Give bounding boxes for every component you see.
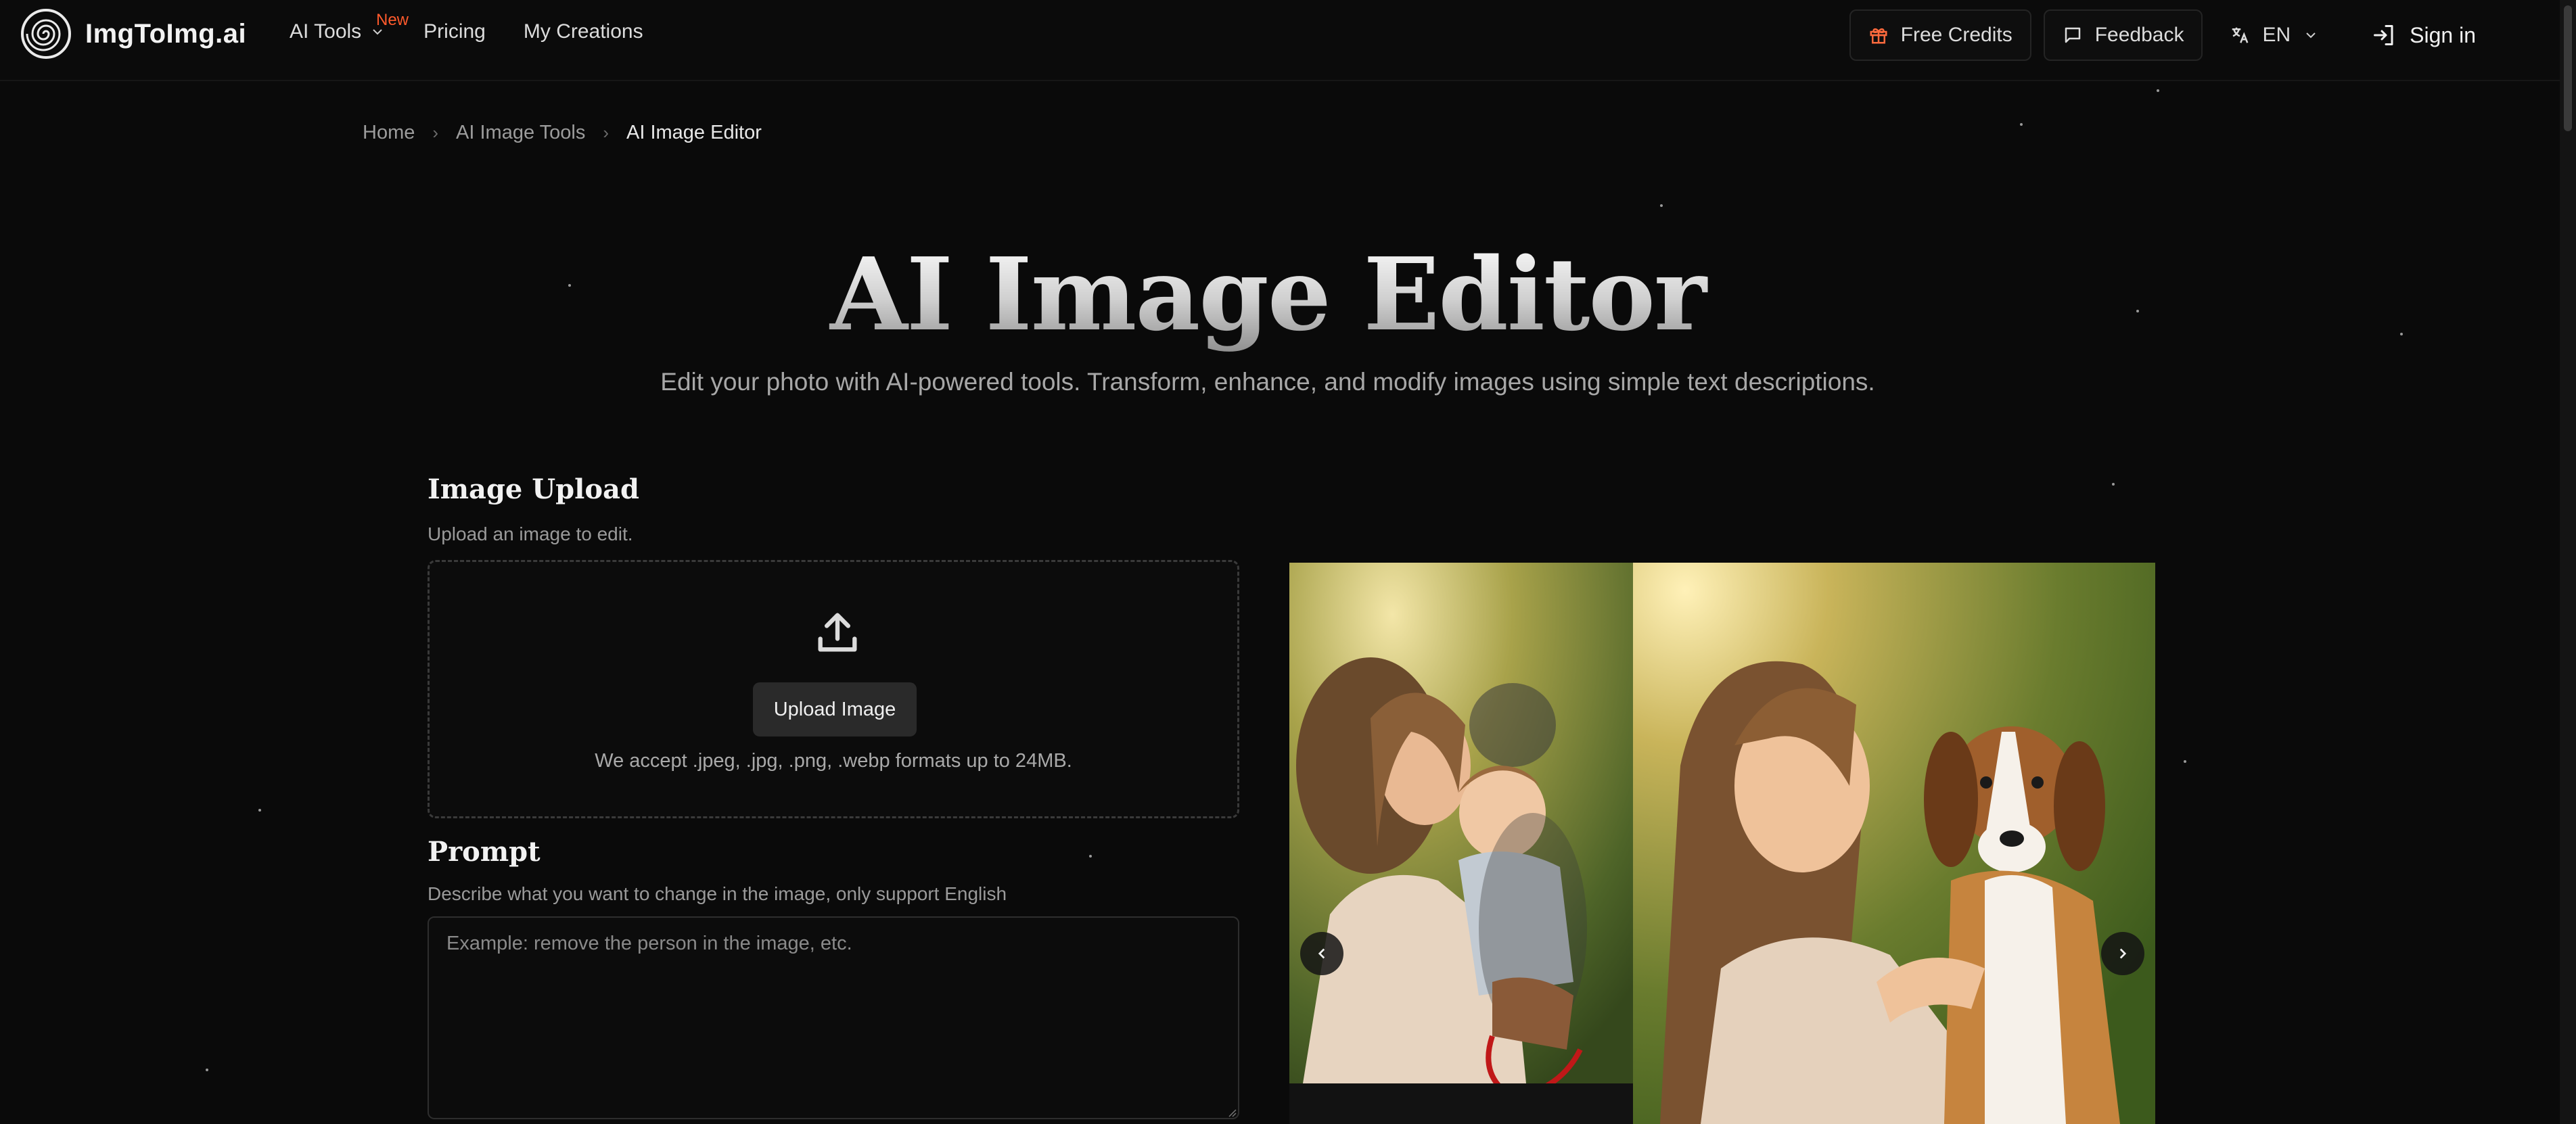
image-upload-description: Upload an image to edit. [428, 523, 633, 544]
upload-image-button[interactable]: Upload Image [753, 682, 917, 736]
brand-logo[interactable]: ImgToImg.ai [20, 8, 246, 60]
carousel-prev-button[interactable] [1300, 932, 1343, 975]
top-navbar: ImgToImg.ai AI Tools New Pricing My Crea… [0, 0, 2560, 81]
free-credits-label: Free Credits [1900, 24, 2013, 46]
chevron-right-icon: › [603, 122, 609, 143]
breadcrumb-home[interactable]: Home [363, 122, 415, 144]
background-star [2157, 89, 2159, 92]
example-preview-carousel [1289, 563, 2155, 1124]
breadcrumb: Home › AI Image Tools › AI Image Editor [363, 122, 762, 144]
breadcrumb-current: AI Image Editor [626, 122, 762, 143]
before-image-strip [1289, 1083, 1633, 1124]
gift-icon [1870, 28, 1887, 44]
background-star [258, 809, 261, 812]
free-credits-button[interactable]: Free Credits [1849, 9, 2031, 61]
background-star [1660, 204, 1663, 207]
breadcrumb-ai-image-tools[interactable]: AI Image Tools [456, 122, 585, 144]
spiral-logo-icon [21, 9, 71, 59]
before-example-image [1289, 563, 1633, 1083]
message-icon [2065, 27, 2080, 43]
background-star [2020, 123, 2023, 126]
background-star [1089, 855, 1092, 858]
after-example-image [1633, 563, 2155, 1124]
nav-ai-tools-label: AI Tools [290, 20, 362, 43]
chevron-right-icon [2119, 948, 2127, 959]
nav-ai-tools[interactable]: AI Tools New [290, 11, 409, 43]
translate-icon [2232, 27, 2249, 43]
background-star [206, 1069, 208, 1071]
feedback-button[interactable]: Feedback [2043, 9, 2203, 61]
sign-in-label: Sign in [2410, 22, 2476, 47]
prompt-description: Describe what you want to change in the … [428, 883, 1007, 904]
prompt-title: Prompt [428, 836, 540, 868]
scrollbar-thumb[interactable] [2564, 5, 2572, 131]
nav-pricing[interactable]: Pricing [423, 20, 486, 43]
chevron-down-icon [2306, 32, 2316, 39]
background-star [2112, 483, 2115, 486]
chevron-right-icon: › [432, 122, 439, 143]
background-star [2184, 760, 2186, 763]
image-dropzone[interactable]: Upload Image We accept .jpeg, .jpg, .png… [428, 560, 1239, 818]
page-subtitle: Edit your photo with AI-powered tools. T… [660, 368, 1875, 396]
language-selector[interactable]: EN [2230, 24, 2319, 47]
feedback-label: Feedback [2094, 24, 2184, 46]
page-title: AI Image Editor [0, 235, 2535, 353]
new-badge: New [376, 11, 409, 29]
upload-format-note: We accept .jpeg, .jpg, .png, .webp forma… [595, 750, 1072, 772]
resize-handle-icon[interactable] [1226, 1106, 1237, 1117]
sign-in-button[interactable]: Sign in [2372, 23, 2476, 48]
brand-name: ImgToImg.ai [85, 18, 247, 49]
nav-my-creations[interactable]: My Creations [524, 20, 643, 43]
carousel-next-button[interactable] [2101, 932, 2144, 975]
image-upload-title: Image Upload [428, 473, 639, 505]
prompt-input[interactable] [428, 916, 1239, 1119]
upload-icon [818, 613, 857, 652]
page-scrollbar[interactable] [2560, 0, 2576, 1124]
language-label: EN [2262, 24, 2291, 46]
sign-in-icon [2374, 25, 2393, 45]
chevron-left-icon [1318, 948, 1325, 959]
